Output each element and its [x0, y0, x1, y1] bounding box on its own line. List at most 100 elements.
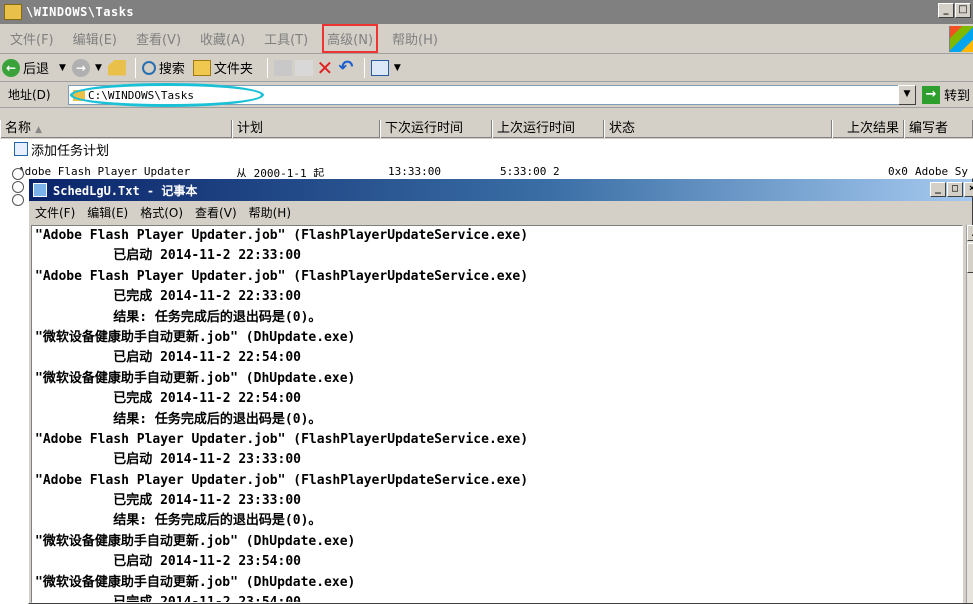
- notepad-line: 已完成 2014-11-2 23:54:00: [35, 595, 301, 603]
- menu-edit[interactable]: 编辑(E): [73, 29, 117, 48]
- toolbar-separator: [134, 57, 136, 78]
- flash-task-author: Adobe Sy: [915, 165, 968, 177]
- column-last-run[interactable]: 上次运行时间: [492, 120, 604, 138]
- notepad-close-button[interactable]: ×: [964, 182, 973, 197]
- explorer-titlebar[interactable]: \WINDOWS\Tasks _ □: [0, 0, 973, 24]
- notepad-titlebar[interactable]: SchedLgU.Txt - 记事本 _ □ ×: [29, 179, 973, 201]
- views-icon[interactable]: [370, 59, 389, 76]
- notepad-line: "微软设备健康助手自动更新.job" (DhUpdate.exe): [35, 329, 356, 345]
- task-clock-icon: [12, 181, 24, 193]
- list-header: 名称 ▲ 计划 下次运行时间 上次运行时间 状态 上次结果 编写者: [0, 120, 973, 138]
- notepad-line: 已启动 2014-11-2 23:54:00: [35, 554, 301, 570]
- task-clock-icon: [12, 194, 24, 206]
- add-task-icon: [14, 142, 28, 156]
- notepad-line: 已启动 2014-11-2 22:54:00: [35, 350, 301, 366]
- go-label: 转到: [944, 89, 971, 104]
- notepad-line: 已完成 2014-11-2 23:33:00: [35, 493, 301, 509]
- column-next-run[interactable]: 下次运行时间: [380, 120, 492, 138]
- explorer-window-controls: _ □: [938, 3, 971, 18]
- list-item-flash-task[interactable]: Adobe Flash Player Updater 从 2000-1-1 起 …: [0, 163, 973, 177]
- notepad-line: 已启动 2014-11-2 23:33:00: [35, 452, 301, 468]
- notepad-line: 已完成 2014-11-2 22:54:00: [35, 391, 301, 407]
- notepad-icon: [33, 183, 47, 197]
- folders-label: 文件夹: [213, 62, 253, 77]
- notepad-line: 结果: 任务完成后的退出码是(0)。: [35, 309, 322, 325]
- address-bar: 地址(D) C:\WINDOWS\Tasks ▼ → 转到: [0, 82, 973, 108]
- notepad-menu-view[interactable]: 查看(V): [195, 204, 237, 221]
- column-name-label: 名称: [5, 121, 32, 136]
- menu-help[interactable]: 帮助(H): [392, 29, 438, 48]
- maximize-button[interactable]: □: [955, 3, 971, 18]
- menu-file[interactable]: 文件(F): [10, 29, 54, 48]
- notepad-line: 结果: 任务完成后的退出码是(0)。: [35, 411, 322, 427]
- forward-button[interactable]: →: [71, 58, 90, 77]
- address-value: C:\WINDOWS\Tasks: [88, 88, 194, 102]
- minimize-button[interactable]: _: [938, 3, 954, 18]
- menu-view[interactable]: 查看(V): [136, 29, 181, 48]
- address-dropdown-button[interactable]: ▼: [898, 85, 916, 105]
- back-label: 后退: [23, 62, 50, 77]
- delete-icon[interactable]: ✕: [316, 58, 334, 78]
- notepad-window-controls: _ □ ×: [930, 182, 973, 197]
- task-icons-column: [12, 168, 24, 207]
- menu-advanced[interactable]: 高级(N): [322, 24, 379, 53]
- notepad-line: "Adobe Flash Player Updater.job" (FlashP…: [35, 268, 529, 284]
- back-button[interactable]: ← 后退: [2, 58, 49, 77]
- notepad-menu-file[interactable]: 文件(F): [35, 204, 75, 221]
- notepad-menu-edit[interactable]: 编辑(E): [87, 204, 128, 221]
- folders-icon: [192, 59, 211, 76]
- notepad-line: "Adobe Flash Player Updater.job" (FlashP…: [35, 472, 529, 488]
- add-task-label: 添加任务计划: [31, 143, 110, 159]
- notepad-line: 结果: 任务完成后的退出码是(0)。: [35, 513, 322, 529]
- notepad-menu-format[interactable]: 格式(O): [140, 204, 183, 221]
- windows-logo-icon: [949, 26, 973, 52]
- notepad-menu-help[interactable]: 帮助(H): [249, 204, 291, 221]
- column-status[interactable]: 状态: [604, 120, 832, 138]
- column-schedule[interactable]: 计划: [232, 120, 380, 138]
- notepad-minimize-button[interactable]: _: [930, 182, 946, 197]
- undo-icon[interactable]: ↶: [337, 58, 355, 76]
- flash-task-result: 0x0: [888, 165, 908, 177]
- flash-task-schedule: 从 2000-1-1 起: [236, 167, 325, 177]
- notepad-window: SchedLgU.Txt - 记事本 _ □ × 文件(F) 编辑(E) 格式(…: [28, 178, 973, 604]
- explorer-toolbar: ← 后退 ▼ → ▼ 搜索 文件夹 ✕ ↶ ▼: [0, 54, 973, 82]
- list-item-add-task[interactable]: 添加任务计划: [0, 139, 973, 159]
- notepad-vertical-scrollbar[interactable]: ▲: [966, 225, 973, 603]
- menu-tools[interactable]: 工具(T): [264, 29, 308, 48]
- notepad-line: "微软设备健康助手自动更新.job" (DhUpdate.exe): [35, 574, 356, 590]
- scroll-up-button[interactable]: ▲: [967, 225, 973, 241]
- forward-dropdown-icon[interactable]: ▼: [95, 63, 102, 73]
- address-input[interactable]: C:\WINDOWS\Tasks: [68, 85, 916, 105]
- explorer-menubar: 文件(F) 编辑(E) 查看(V) 收藏(A) 工具(T) 高级(N) 帮助(H…: [0, 24, 973, 54]
- column-name[interactable]: 名称 ▲: [0, 120, 232, 138]
- folders-button[interactable]: 文件夹: [192, 58, 253, 77]
- address-label: 地址(D): [8, 88, 51, 102]
- folder-icon: [73, 89, 85, 101]
- column-author[interactable]: 编写者: [904, 120, 973, 138]
- copy-to-icon[interactable]: [294, 59, 313, 76]
- back-arrow-icon: ←: [2, 58, 20, 77]
- search-icon: [141, 60, 156, 75]
- notepad-text-area[interactable]: "Adobe Flash Player Updater.job" (FlashP…: [31, 225, 963, 603]
- flash-task-last-run: 5:33:00 2: [500, 165, 560, 177]
- notepad-line: "微软设备健康助手自动更新.job" (DhUpdate.exe): [35, 533, 356, 549]
- notepad-maximize-button[interactable]: □: [947, 182, 963, 197]
- folder-icon: [4, 4, 22, 20]
- notepad-line: "Adobe Flash Player Updater.job" (FlashP…: [35, 431, 529, 447]
- go-arrow-icon: →: [922, 85, 940, 104]
- views-dropdown-icon[interactable]: ▼: [394, 63, 401, 73]
- back-dropdown-icon[interactable]: ▼: [59, 63, 66, 73]
- flash-task-next-run: 13:33:00: [388, 165, 441, 177]
- toolbar-separator: [266, 57, 268, 78]
- go-button[interactable]: → 转到: [922, 85, 970, 104]
- notepad-line: 已完成 2014-11-2 22:33:00: [35, 289, 301, 305]
- up-folder-icon[interactable]: [107, 59, 126, 76]
- column-last-result[interactable]: 上次结果: [832, 120, 904, 138]
- notepad-title: SchedLgU.Txt - 记事本: [53, 183, 198, 198]
- menu-favorites[interactable]: 收藏(A): [200, 29, 245, 48]
- notepad-line: "微软设备健康助手自动更新.job" (DhUpdate.exe): [35, 370, 356, 386]
- move-to-icon[interactable]: [273, 59, 292, 76]
- notepad-line: "Adobe Flash Player Updater.job" (FlashP…: [35, 228, 529, 243]
- scroll-thumb[interactable]: [967, 243, 973, 273]
- search-button[interactable]: 搜索: [141, 58, 185, 77]
